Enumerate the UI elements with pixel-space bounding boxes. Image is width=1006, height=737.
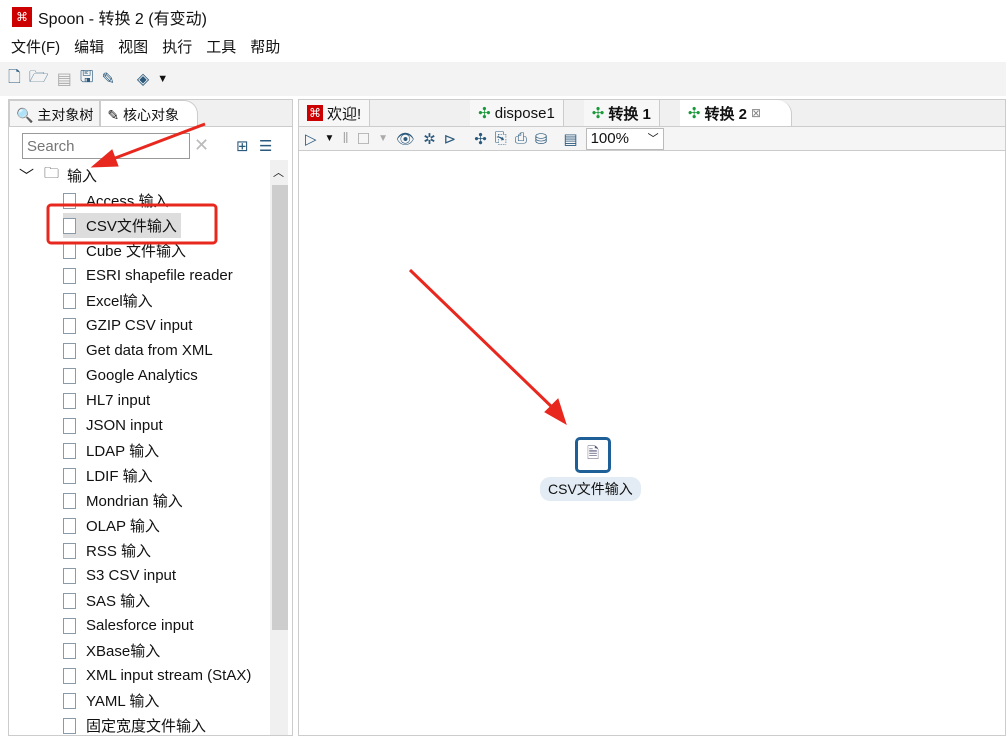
annotation-arrowhead-left <box>90 149 119 168</box>
annotation-arrow-canvas <box>408 268 557 412</box>
annotation-highlight-box <box>46 203 218 245</box>
annotation-overlay <box>46 122 567 426</box>
annotation-arrow-left <box>109 122 206 162</box>
